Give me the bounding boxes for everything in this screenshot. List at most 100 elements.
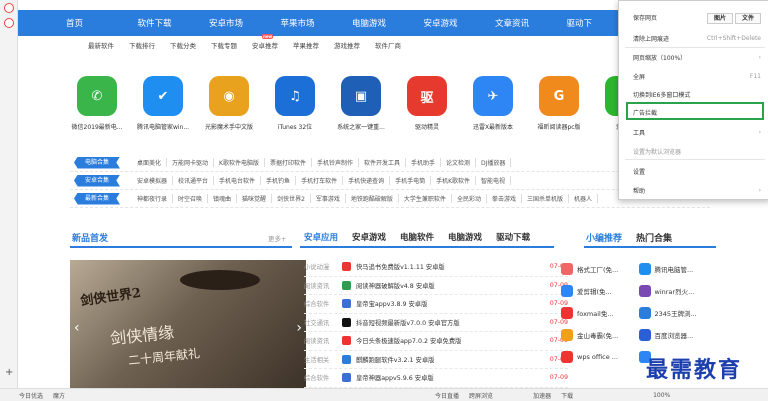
category-link[interactable]: 地铁跑酷破解版 [346,194,399,203]
app-tile[interactable]: ✔ 腾讯电脑管家win... [134,76,192,131]
editor-pick-item[interactable]: 腾讯电脑管... [638,263,717,275]
item-name[interactable]: 抖音短视频最新版v7.0.0 安卓官方版 [356,318,550,327]
menu-save-page[interactable]: 保存网页 图片 文件 [633,13,761,24]
item-name[interactable]: 皇帝宝appv3.8.9 安卓版 [356,299,550,308]
menu-tools[interactable]: 工具 › [633,128,761,137]
category-link[interactable]: 镇魂曲 [208,194,238,203]
nav-android[interactable]: 安卓市场 [209,17,281,29]
tab-android-games[interactable]: 安卓游戏 [352,231,386,243]
list-item[interactable]: 小说动漫 快马追书免费版v1.1.11 安卓版 07-09 [304,258,568,277]
category-link[interactable]: 手机电台软件 [214,176,262,185]
category-link[interactable]: 票据打印软件 [265,158,312,167]
category-link[interactable]: 论文检测 [441,158,477,167]
status-daily-picks[interactable]: 今日优选 [14,391,48,400]
nav-articles[interactable]: 文章资讯 [495,17,567,29]
nav-pc-games[interactable]: 电脑游戏 [352,17,424,29]
category-link[interactable]: 军事游戏 [311,194,346,203]
editor-pick-item[interactable]: winrar烈火... [638,285,717,297]
item-name[interactable]: 麒麟跑腿软件v3.2.1 安卓版 [356,355,550,364]
menu-fullscreen[interactable]: 全屏 F11 [633,72,761,81]
nav-apple[interactable]: 苹果市场 [281,17,353,29]
category-link[interactable]: 手机助手 [406,158,442,167]
more-link[interactable]: 更多+ [268,233,286,243]
menu-switch-ie[interactable]: 切换到IE6多窗口模式 [633,90,761,99]
tab-pc-games[interactable]: 电脑游戏 [448,231,482,243]
list-item[interactable]: 社交通讯 抖音短视频最新版v7.0.0 安卓官方版 07-09 [304,314,568,332]
category-link[interactable]: 智能电视 [476,176,512,185]
status-magic[interactable]: 魔方 [48,391,70,400]
editor-pick-item[interactable]: wps office ... [561,351,639,363]
category-link[interactable]: 万能网卡驱动 [167,158,215,167]
category-link[interactable]: 大学生兼职软件 [399,194,452,203]
category-link[interactable]: 软件开发工具 [359,158,407,167]
status-cross-screen[interactable]: 跨屏浏览 [464,391,498,400]
hot-collection-title[interactable]: 热门合集 [636,231,672,244]
save-file-button[interactable]: 文件 [734,13,761,24]
category-link[interactable]: 手机铃声制作 [312,158,359,167]
app-tile[interactable]: ◉ 光影魔术手中文版 [200,76,258,131]
promo-banner[interactable]: 剑侠世界2 剑侠情缘 二十周年献礼 ‹ › [70,260,306,388]
menu-set-default[interactable]: 设置为默认浏览器 [633,147,761,156]
menu-settings[interactable]: 设置 [633,167,761,176]
category-link[interactable]: 手机打车软件 [296,176,344,185]
subnav-item[interactable]: 软件厂商 [375,40,401,50]
tab-android-apps[interactable]: 安卓应用 [304,231,338,243]
editor-pick-item[interactable]: 爱剪辑(免... [561,285,639,297]
status-live[interactable]: 今日直播 [430,391,464,400]
category-tag[interactable]: 最新合集 [74,192,120,205]
category-link[interactable]: 手机手电筒 [390,176,432,185]
editor-pick-item[interactable]: 2345王牌浏... [638,307,717,319]
app-tile[interactable]: ✈ 迅雷X最新版本 [464,76,522,131]
subnav-item[interactable]: 下载专题 [211,40,237,50]
category-link[interactable]: 手机快递查询 [343,176,391,185]
app-tile[interactable]: ✆ 微信2019最新电... [68,76,126,131]
category-link[interactable]: 时空召唤 [173,194,209,203]
menu-help[interactable]: 帮助 › [633,186,761,195]
item-name[interactable]: 皇帝神器appv5.9.6 安卓版 [356,373,550,382]
category-link[interactable]: 手机钓鱼 [261,176,297,185]
sidebar-app-icon[interactable] [4,18,14,28]
category-link[interactable]: 机器人 [569,194,598,203]
sidebar-app-icon[interactable] [4,3,14,13]
subnav-item[interactable]: 游戏推荐 [334,40,360,50]
tab-drivers[interactable]: 驱动下载 [496,231,530,243]
subnav-item[interactable]: 下载排行 [129,40,155,50]
category-link[interactable]: 安卓模拟器 [132,176,174,185]
category-link[interactable]: 猫咪觉醒 [237,194,273,203]
category-link[interactable]: 桌面美化 [132,158,168,167]
add-icon[interactable]: + [5,367,13,378]
category-link[interactable]: 拳击游戏 [487,194,522,203]
tab-pc-software[interactable]: 电脑软件 [400,231,434,243]
item-name[interactable]: 阅读神器破解版v4.8 安卓版 [356,281,550,290]
status-accelerator[interactable]: 加速器 [528,391,556,400]
item-name[interactable]: 快马追书免费版v1.1.11 安卓版 [356,262,550,271]
nav-home[interactable]: 首页 [66,17,138,29]
nav-android-games[interactable]: 安卓游戏 [424,17,496,29]
editor-pick-item[interactable]: 格式工厂(免... [561,263,639,275]
category-tag[interactable]: 安卓合集 [74,174,120,187]
category-link[interactable]: 校讯通平台 [173,176,215,185]
list-item[interactable]: 阅读资讯 阅读神器破解版v4.8 安卓版 07-09 [304,277,568,295]
app-tile[interactable]: G 福昕阅读器pc版 [530,76,588,131]
editor-pick-item[interactable]: 百度浏览器... [638,329,717,341]
category-link[interactable]: 全民彩动 [452,194,487,203]
list-item[interactable]: 综合软件 皇帝神器appv5.9.6 安卓版 07-09 [304,369,568,388]
category-link[interactable]: 手机K歌软件 [431,176,477,185]
category-link[interactable]: DJ播放器 [476,158,512,167]
list-item[interactable]: 综合软件 皇帝宝appv3.8.9 安卓版 07-09 [304,295,568,314]
item-name[interactable]: 今日头条极速版app7.0.2 安卓免费版 [356,336,550,345]
subnav-item[interactable]: 下载分类 [170,40,196,50]
editor-pick-item[interactable]: 金山毒霸(免... [561,329,639,341]
editor-pick-title[interactable]: 小编推荐 [586,231,622,244]
category-link[interactable]: 三国杀单机版 [522,194,569,203]
chevron-left-icon[interactable]: ‹ [74,320,80,336]
app-tile[interactable]: ▣ 系统之家一键重... [332,76,390,131]
editor-pick-item[interactable]: foxmail免... [561,307,639,319]
category-link[interactable]: 剑侠世界2 [272,194,311,203]
category-tag[interactable]: 电脑合集 [74,156,120,169]
subnav-item[interactable]: 苹果推荐 [293,40,319,50]
list-item[interactable]: 阅读资讯 今日头条极速版app7.0.2 安卓免费版 07-09 [304,332,568,351]
save-image-button[interactable]: 图片 [707,13,734,24]
menu-clear-history[interactable]: 清除上网痕迹 Ctrl+Shift+Delete [633,34,761,43]
subnav-item[interactable]: 最新软件 [88,40,114,50]
